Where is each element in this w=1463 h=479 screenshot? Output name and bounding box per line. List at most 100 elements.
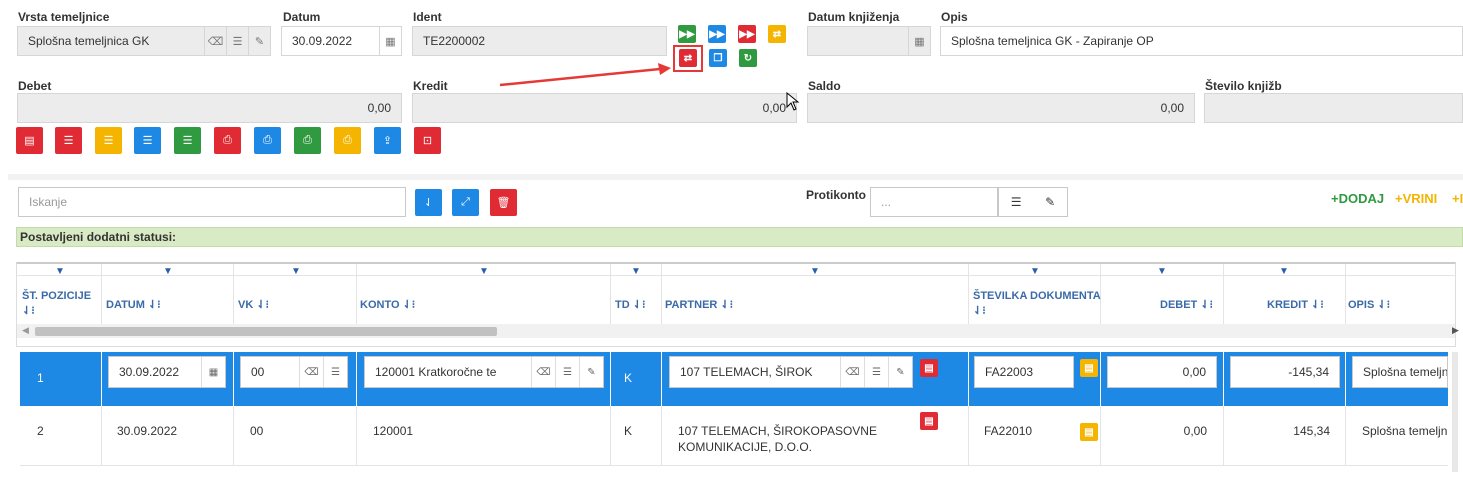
eraser-icon[interactable]: ⌫ [531,357,555,387]
pencil-icon[interactable]: ✎ [248,27,270,55]
datum-field[interactable]: 30.09.2022 ▦ [281,26,402,56]
sort-icon[interactable]: ⇃⁝ [720,299,733,311]
sort-icon[interactable]: ⇃⁝ [633,299,646,311]
opis-field[interactable]: Splošna temeljnica GK - Zapiranje OP [940,26,1463,56]
more-link[interactable]: +I [1452,191,1463,206]
next-record-button[interactable]: ▶▶ [708,25,726,43]
row1-kredit-input[interactable]: -145,34 [1230,356,1340,388]
row1-vk-input[interactable]: 00 ⌫ ☰ [240,356,348,388]
col-header-td[interactable]: TD ⇃⁝ [615,298,645,311]
list-icon[interactable]: ☰ [864,357,888,387]
filter-icon[interactable]: ▼ [291,266,301,277]
copy-button[interactable]: ❐ [709,49,727,67]
filter-icon[interactable]: ▼ [55,266,65,277]
last-record-button[interactable]: ▶▶ [738,25,756,43]
swap-yellow-button[interactable]: ⇄ [768,25,786,43]
close-document-button[interactable]: ⊡ [414,127,441,154]
row1-konto: 120001 Kratkoročne te [375,365,497,379]
print-red-button[interactable]: ⎙ [214,127,241,154]
datum-knjizenja-field[interactable]: ▦ [807,26,931,56]
col-divider [233,352,234,406]
edit-icon[interactable]: ✎ [1045,195,1055,209]
eraser-icon[interactable]: ⌫ [204,27,226,55]
calendar-icon[interactable]: ▦ [379,27,401,55]
list-icon[interactable]: ☰ [555,357,579,387]
list-icon[interactable]: ☰ [1011,195,1022,209]
sort-icon[interactable]: ⇃⁝ [256,299,269,311]
col-header-konto[interactable]: KONTO ⇃⁝ [360,298,415,311]
filter-icon[interactable]: ▼ [1030,266,1040,277]
print-yellow-button[interactable]: ⎙ [334,127,361,154]
row1-partner-input[interactable]: 107 TELEMACH, ŠIROK ⌫ ☰ ✎ [669,356,913,388]
scrollbar-thumb[interactable] [35,327,497,336]
partner-card-button[interactable]: ▤ [920,359,938,377]
list-blue-button[interactable]: ☰ [134,127,161,154]
sort-icon[interactable]: ⇃⁝ [22,304,35,317]
col-header-opis[interactable]: OPIS ⇃⁝ [1348,298,1390,311]
protikonto-label: Protikonto [806,188,866,202]
col-header-vk[interactable]: VK ⇃⁝ [238,298,269,311]
col-header-kredit[interactable]: KREDIT ⇃⁝ [1267,298,1324,311]
ident-field[interactable]: TE2200002 [412,26,667,56]
eraser-icon[interactable]: ⌫ [840,357,864,387]
protikonto-input[interactable]: ... [870,187,998,217]
col-header-label: DEBET [1160,299,1198,311]
scroll-right-icon[interactable]: ▶ [1452,325,1459,336]
highlight-box [673,45,703,72]
document-button[interactable]: ▤ [1080,359,1098,377]
row1-dokument-input[interactable]: FA22003 [974,356,1074,388]
col-header-debet[interactable]: DEBET ⇃⁝ [1160,298,1213,311]
vertical-scrollbar[interactable] [1452,352,1458,472]
stevilo-label: Število knjižb [1205,79,1282,93]
filter-icon[interactable]: ▼ [163,266,173,277]
document-red-button[interactable]: ▤ [16,127,43,154]
filter-icon[interactable]: ▼ [810,266,820,277]
list-icon[interactable]: ☰ [323,357,347,387]
filter-icon[interactable]: ▼ [479,266,489,277]
sort-icon[interactable]: ⇃⁝ [1200,299,1213,311]
print-green-button[interactable]: ⎙ [294,127,321,154]
row1-debet-input[interactable]: 0,00 [1107,356,1217,388]
sort-icon[interactable]: ⇃⁝ [973,304,986,317]
calendar-icon[interactable]: ▦ [201,357,225,387]
refresh-button[interactable]: ↻ [739,49,757,67]
sort-icon[interactable]: ⇃⁝ [148,299,161,311]
filter-icon[interactable]: ▼ [1279,266,1289,277]
upload-button[interactable]: ⇪ [374,127,401,154]
filter-icon[interactable]: ▼ [1157,266,1167,277]
filter-icon[interactable]: ▼ [631,266,641,277]
list-icon[interactable]: ☰ [226,27,248,55]
list-green-button[interactable]: ☰ [174,127,201,154]
calendar-icon[interactable]: ▦ [908,27,930,55]
row1-datum-input[interactable]: 30.09.2022 ▦ [108,356,226,388]
row1-opis-input[interactable]: Splošna temeljn [1352,356,1448,388]
col-header-partner[interactable]: PARTNER ⇃⁝ [665,298,733,311]
pencil-icon[interactable]: ✎ [579,357,603,387]
pencil-icon[interactable]: ✎ [888,357,912,387]
row1-konto-input[interactable]: 120001 Kratkoročne te ⌫ ☰ ✎ [364,356,604,388]
col-header-dokument[interactable]: ŠTEVILKA DOKUMENTA [973,290,1101,302]
list-yellow-button[interactable]: ☰ [95,127,122,154]
search-input[interactable]: Iskanje [18,187,406,217]
row2-kredit: 145,34 [1293,424,1330,438]
sort-button[interactable]: ⇃ [415,189,442,216]
dodaj-link[interactable]: +DODAJ [1331,191,1384,206]
col-header-label: KREDIT [1267,299,1308,311]
sort-icon[interactable]: ⇃⁝ [403,299,416,311]
partner-card-button[interactable]: ▤ [920,412,938,430]
eraser-icon[interactable]: ⌫ [299,357,323,387]
print-blue-button[interactable]: ⎙ [254,127,281,154]
delete-button[interactable]: 🗑 [490,189,517,216]
list-red-button[interactable]: ☰ [55,127,82,154]
document-button[interactable]: ▤ [1080,423,1098,441]
saldo-label: Saldo [808,79,841,93]
vrini-link[interactable]: +VRINI [1395,191,1437,206]
expand-button[interactable]: ⤢ [452,189,479,216]
sort-icon[interactable]: ⇃⁝ [1311,299,1324,311]
col-header-pozicija[interactable]: ŠT. POZICIJE [22,290,91,302]
sort-icon[interactable]: ⇃⁝ [1377,299,1390,311]
col-header-datum[interactable]: DATUM ⇃⁝ [106,298,161,311]
first-record-button[interactable]: ▶▶ [678,25,696,43]
scroll-left-icon[interactable]: ◀ [22,325,29,336]
vrsta-field[interactable]: Splošna temeljnica GK ⌫ ☰ ✎ [17,26,271,56]
